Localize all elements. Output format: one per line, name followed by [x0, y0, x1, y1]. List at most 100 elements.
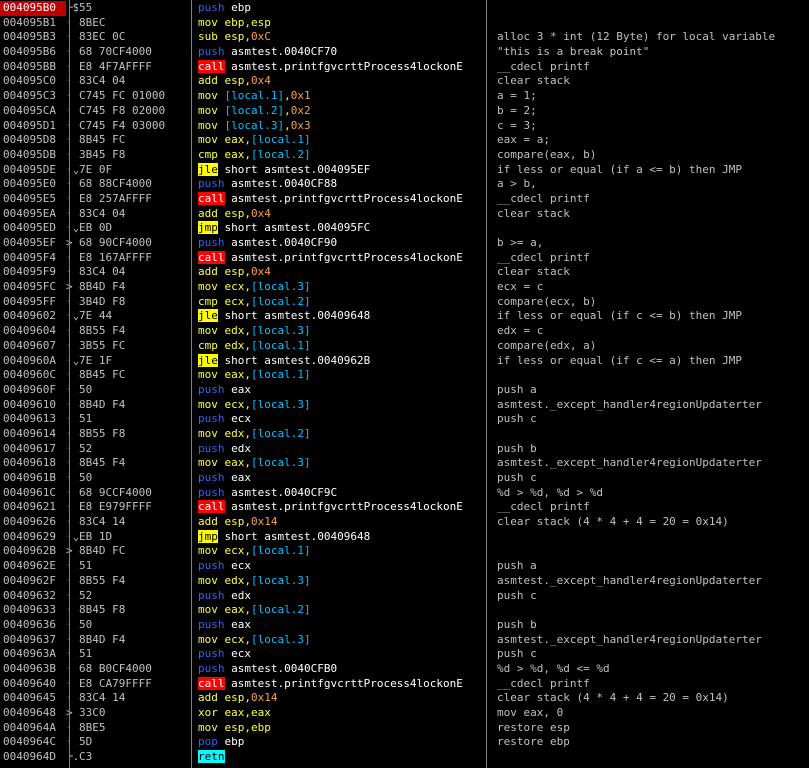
address-cell[interactable]: 004095F9: [0, 265, 66, 280]
disassembly-cell[interactable]: jle short asmtest.00409648: [196, 309, 488, 324]
disassembly-cell[interactable]: mov edx,[local.2]: [196, 427, 488, 442]
disassembly-cell[interactable]: sub esp,0xC: [196, 30, 488, 45]
disassembly-cell[interactable]: mov edx,[local.3]: [196, 574, 488, 589]
address-cell[interactable]: 0040962E: [0, 559, 66, 574]
address-cell[interactable]: 00409637: [0, 633, 66, 648]
address-cell[interactable]: 0040964D: [0, 750, 66, 765]
instruction-row[interactable]: 00409607·3B55 FCcmp edx,[local.1]compare…: [0, 339, 809, 354]
hex-bytes-cell[interactable]: 83C4 04: [78, 265, 196, 280]
hex-bytes-cell[interactable]: EB 0D: [78, 221, 196, 236]
comment-cell[interactable]: __cdecl printf: [488, 251, 809, 266]
instruction-row[interactable]: 004095D8·8B45 FCmov eax,[local.1]eax = a…: [0, 133, 809, 148]
hex-bytes-cell[interactable]: 8B4D F4: [78, 398, 196, 413]
hex-bytes-cell[interactable]: 8BE5: [78, 721, 196, 736]
disassembly-cell[interactable]: mov edx,[local.3]: [196, 324, 488, 339]
comment-cell[interactable]: %d > %d, %d > %d: [488, 486, 809, 501]
disassembly-cell[interactable]: push eax: [196, 471, 488, 486]
address-cell[interactable]: 00409648: [0, 706, 66, 721]
disassembly-cell[interactable]: push edx: [196, 442, 488, 457]
address-cell[interactable]: 0040961B: [0, 471, 66, 486]
disassembly-cell[interactable]: push edx: [196, 589, 488, 604]
address-cell[interactable]: 0040962B: [0, 544, 66, 559]
instruction-row[interactable]: 004095DE ·⌄ 7E 0F jle short asmtest.004095E…: [0, 162, 809, 178]
hex-bytes-cell[interactable]: 3B4D F8: [78, 295, 196, 310]
instruction-row[interactable]: 004095E5·E8 257AFFFFcall asmtest.printfg…: [0, 191, 809, 207]
comment-cell[interactable]: mov eax, 0: [488, 706, 809, 721]
address-cell[interactable]: 004095E0: [0, 177, 66, 192]
disassembly-cell[interactable]: push ebp: [196, 1, 488, 16]
comment-cell[interactable]: __cdecl printf: [488, 500, 809, 515]
comment-cell[interactable]: compare(ecx, b): [488, 295, 809, 310]
address-cell[interactable]: 00409633: [0, 603, 66, 618]
instruction-row[interactable]: 0040960A ·⌄ 7E 1F jle short asmtest.0040962…: [0, 353, 809, 369]
instruction-row[interactable]: 0040964C·5Dpop ebprestore ebp: [0, 735, 809, 750]
hex-bytes-cell[interactable]: 8B4D F4: [78, 633, 196, 648]
comment-cell[interactable]: push b: [488, 618, 809, 633]
disassembly-cell[interactable]: mov ebp,esp: [196, 16, 488, 31]
comment-cell[interactable]: push c: [488, 471, 809, 486]
disassembly-cell[interactable]: add esp,0x4: [196, 265, 488, 280]
disassembly-cell[interactable]: add esp,0x14: [196, 691, 488, 706]
instruction-row[interactable]: 00409617·52push edxpush b: [0, 442, 809, 457]
comment-cell[interactable]: clear stack: [488, 207, 809, 222]
address-cell[interactable]: 00409632: [0, 589, 66, 604]
disassembly-cell[interactable]: call asmtest.printfgvcrttProcess4lockonE: [196, 500, 488, 515]
hex-bytes-cell[interactable]: 8B55 F4: [78, 324, 196, 339]
instruction-row[interactable]: 0040961B·50push eaxpush c: [0, 471, 809, 486]
comment-cell[interactable]: asmtest._except_handler4regionUpdaterter: [488, 456, 809, 471]
comment-cell[interactable]: asmtest._except_handler4regionUpdaterter: [488, 574, 809, 589]
hex-bytes-cell[interactable]: 83C4 14: [78, 515, 196, 530]
instruction-row[interactable]: 0040964D └. C3 retn: [0, 750, 809, 765]
hex-bytes-cell[interactable]: 68 88CF4000: [78, 177, 196, 192]
address-cell[interactable]: 004095B6: [0, 45, 66, 60]
address-cell[interactable]: 004095B0: [0, 1, 66, 16]
comment-cell[interactable]: __cdecl printf: [488, 677, 809, 692]
instruction-row[interactable]: 00409613·51push ecxpush c: [0, 412, 809, 427]
disassembly-cell[interactable]: add esp,0x14: [196, 515, 488, 530]
hex-bytes-cell[interactable]: 50: [78, 383, 196, 398]
comment-cell[interactable]: compare(edx, a): [488, 339, 809, 354]
hex-bytes-cell[interactable]: C3: [78, 750, 196, 765]
instruction-row[interactable]: 0040963A·51push ecxpush c: [0, 647, 809, 662]
instruction-row[interactable]: 004095F4·E8 167AFFFFcall asmtest.printfg…: [0, 250, 809, 266]
comment-cell[interactable]: compare(eax, b): [488, 148, 809, 163]
instruction-row[interactable]: 00409636·50push eaxpush b: [0, 618, 809, 633]
disassembly-cell[interactable]: jle short asmtest.004095EF: [196, 162, 488, 178]
comment-cell[interactable]: clear stack: [488, 265, 809, 280]
comment-cell[interactable]: push a: [488, 383, 809, 398]
disassembly-cell[interactable]: cmp eax,[local.2]: [196, 148, 488, 163]
comment-cell[interactable]: b >= a,: [488, 236, 809, 251]
instruction-row[interactable]: 004095EF>68 90CF4000push asmtest.0040CF9…: [0, 236, 809, 251]
disassembly-cell[interactable]: push ecx: [196, 559, 488, 574]
instruction-row[interactable]: 00409640·E8 CA79FFFFcall asmtest.printfg…: [0, 676, 809, 692]
comment-cell[interactable]: [488, 427, 809, 442]
instruction-row[interactable]: 004095FF·3B4D F8cmp ecx,[local.2]compare…: [0, 295, 809, 310]
disassembly-cell[interactable]: pop ebp: [196, 735, 488, 750]
hex-bytes-cell[interactable]: 5D: [78, 735, 196, 750]
disassembly-cell[interactable]: push asmtest.0040CFB0: [196, 662, 488, 677]
address-cell[interactable]: 004095C3: [0, 89, 66, 104]
comment-cell[interactable]: [488, 750, 809, 765]
comment-cell[interactable]: edx = c: [488, 324, 809, 339]
comment-cell[interactable]: a > b,: [488, 177, 809, 192]
hex-bytes-cell[interactable]: 83EC 0C: [78, 30, 196, 45]
comment-cell[interactable]: push c: [488, 589, 809, 604]
disassembly-cell[interactable]: push asmtest.0040CF90: [196, 236, 488, 251]
hex-bytes-cell[interactable]: E8 4F7AFFFF: [78, 60, 196, 75]
instruction-row[interactable]: 00409626·83C4 14add esp,0x14clear stack …: [0, 515, 809, 530]
instruction-row[interactable]: 0040960F·50push eaxpush a: [0, 383, 809, 398]
disassembly-cell[interactable]: push ecx: [196, 412, 488, 427]
instruction-row[interactable]: 00409602 ·⌄ 7E 44 jle short asmtest.0040964…: [0, 309, 809, 324]
comment-cell[interactable]: push c: [488, 647, 809, 662]
instruction-row[interactable]: 0040962F·8B55 F4mov edx,[local.3]asmtest…: [0, 574, 809, 589]
hex-bytes-cell[interactable]: 68 B0CF4000: [78, 662, 196, 677]
comment-cell[interactable]: clear stack (4 * 4 + 4 = 20 = 0x14): [488, 691, 809, 706]
address-cell[interactable]: 00409614: [0, 427, 66, 442]
hex-bytes-cell[interactable]: C745 F4 03000: [78, 119, 196, 134]
comment-cell[interactable]: __cdecl printf: [488, 192, 809, 207]
disassembly-cell[interactable]: mov ecx,[local.3]: [196, 398, 488, 413]
instruction-row[interactable]: 004095B0 ┌$ 55 push ebp: [0, 1, 809, 16]
comment-cell[interactable]: [488, 544, 809, 559]
hex-bytes-cell[interactable]: 50: [78, 471, 196, 486]
disassembly-cell[interactable]: call asmtest.printfgvcrttProcess4lockonE: [196, 676, 488, 692]
